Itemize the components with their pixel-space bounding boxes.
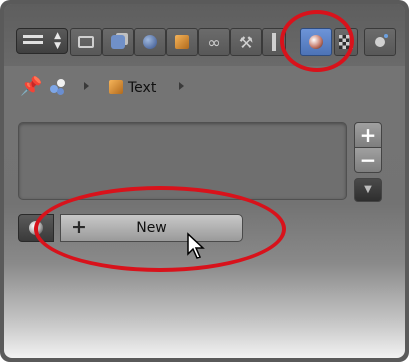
wrench-icon: ⚒ [238, 32, 254, 52]
font-data-icon [272, 33, 276, 51]
slot-controls: + − ▼ [354, 122, 382, 208]
world-icon [143, 35, 157, 49]
tab-constraints[interactable]: ∞ [198, 28, 230, 56]
editor-type-button[interactable]: ▲ ▼ [16, 28, 68, 54]
chain-link-icon: ∞ [207, 32, 221, 52]
breadcrumb-arrow-icon [179, 82, 184, 90]
highlight-ring-material-tab [280, 10, 354, 72]
layers-icon [111, 35, 125, 49]
pin-icon[interactable]: 📌 [20, 76, 42, 97]
tab-render[interactable] [70, 28, 102, 56]
tab-particles[interactable] [364, 28, 396, 56]
editor-type-menu-icon [23, 35, 43, 38]
remove-slot-button[interactable]: − [354, 147, 382, 173]
object-cube-icon [175, 35, 189, 49]
object-cube-icon [109, 80, 123, 94]
scene-icon [50, 79, 66, 95]
tab-object[interactable] [166, 28, 198, 56]
add-slot-button[interactable]: + [354, 122, 382, 148]
breadcrumb-object-label: Text [128, 80, 157, 96]
breadcrumb: 📌 Text [4, 74, 405, 104]
tab-modifiers[interactable]: ⚒ [230, 28, 262, 56]
highlight-ring-new-button [34, 186, 286, 272]
particles-icon [375, 37, 385, 47]
slot-specials-menu-button[interactable]: ▼ [354, 178, 382, 202]
breadcrumb-arrow-icon [84, 82, 89, 90]
tab-render-layers[interactable] [102, 28, 134, 56]
updown-arrows-icon: ▲ ▼ [54, 31, 61, 51]
camera-icon [78, 36, 94, 48]
tab-world[interactable] [134, 28, 166, 56]
